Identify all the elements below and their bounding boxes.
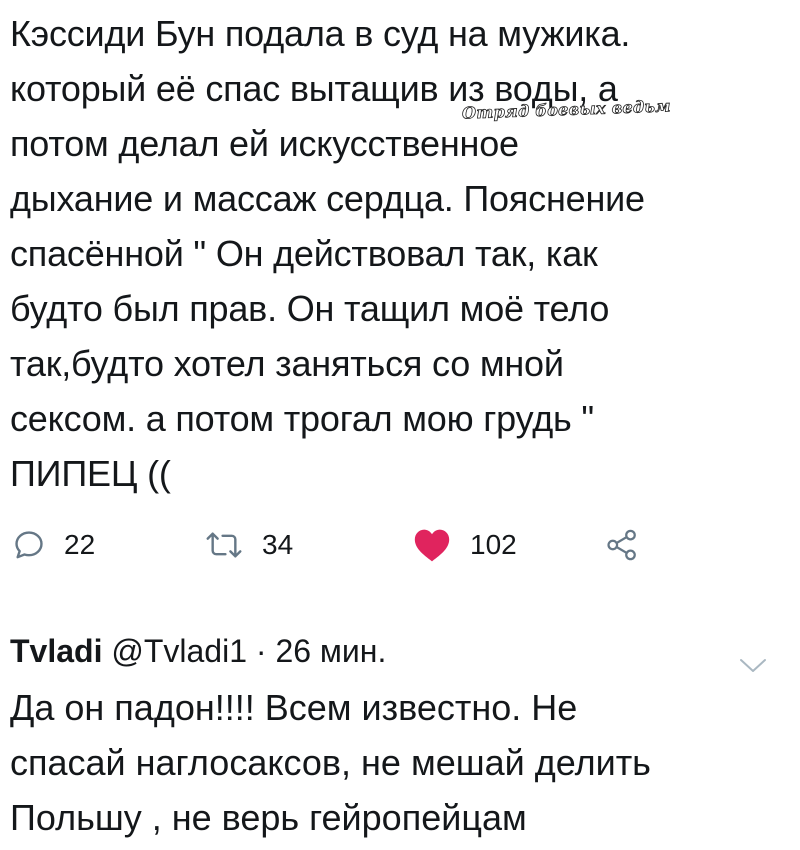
share-icon [604, 528, 640, 562]
reply-author-handle[interactable]: @Tvladi1 [111, 633, 247, 669]
heart-icon [412, 527, 452, 563]
like-button[interactable]: 102 [412, 520, 517, 570]
reply-text: Да он падон!!!! Всем известно. Не спасай… [10, 687, 651, 838]
reply-header: Tvladi @Tvladi1 · 26 мин. [10, 622, 790, 680]
retweet-count: 34 [262, 529, 294, 560]
reply-timestamp[interactable]: 26 мин. [275, 633, 386, 669]
reply-count: 22 [64, 529, 96, 560]
chevron-down-icon[interactable] [738, 636, 768, 694]
reply-separator: · [255, 633, 267, 669]
reply-author-name[interactable]: Tvladi [10, 633, 102, 669]
like-count: 102 [470, 529, 517, 560]
tweet-text: Кэссиди Бун подала в суд на мужика. кото… [10, 13, 645, 494]
reply-tweet[interactable]: Tvladi @Tvladi1 · 26 мин. Да он падон!!!… [10, 622, 790, 845]
retweet-button[interactable]: 34 [204, 520, 293, 570]
reply-icon [12, 528, 46, 562]
share-button[interactable] [604, 520, 640, 570]
tweet-actions: 22 34 102 [0, 520, 800, 570]
reply-button[interactable]: 22 [12, 520, 95, 570]
retweet-icon [204, 528, 244, 562]
